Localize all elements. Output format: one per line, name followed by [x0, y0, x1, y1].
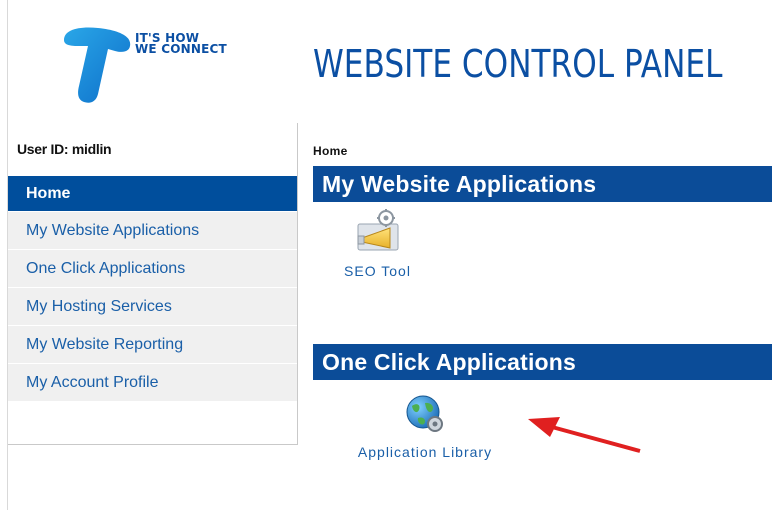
sidebar-item-home[interactable]: Home	[8, 176, 297, 212]
page-title: WEBSITE CONTROL PANEL	[313, 42, 723, 86]
seo-tool-icon	[357, 209, 398, 251]
section-header-my-website-applications: My Website Applications	[313, 166, 772, 202]
application-library-app[interactable]: Application Library	[330, 393, 520, 460]
sidebar-nav: Home My Website Applications One Click A…	[8, 176, 297, 402]
user-id-label: User ID: midlin	[17, 141, 112, 157]
seo-tool-label: SEO Tool	[344, 263, 411, 279]
sidebar-item-my-website-applications[interactable]: My Website Applications	[8, 212, 297, 250]
sidebar-item-my-website-reporting[interactable]: My Website Reporting	[8, 326, 297, 364]
brand-tagline: IT'S HOW WE CONNECT	[135, 32, 227, 56]
telstra-logo-icon	[64, 27, 131, 103]
seo-tool-app[interactable]: SEO Tool	[330, 208, 425, 279]
section-header-one-click-applications: One Click Applications	[313, 344, 772, 380]
tagline-line-2: WE CONNECT	[135, 42, 227, 56]
sidebar-item-my-account-profile[interactable]: My Account Profile	[8, 364, 297, 402]
breadcrumb: Home	[313, 144, 348, 158]
sidebar-item-my-hosting-services[interactable]: My Hosting Services	[8, 288, 297, 326]
application-library-label: Application Library	[357, 444, 493, 460]
sidebar-item-one-click-applications[interactable]: One Click Applications	[8, 250, 297, 288]
globe-gear-icon	[406, 395, 443, 432]
red-arrow-icon	[528, 417, 641, 453]
